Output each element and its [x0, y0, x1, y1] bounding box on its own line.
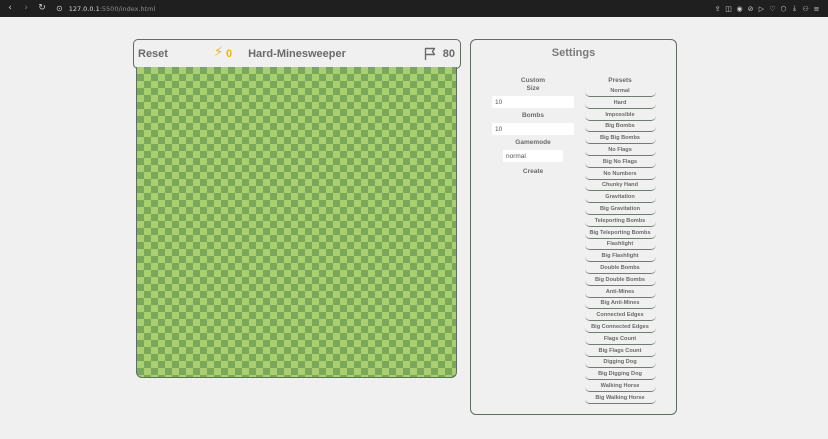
preset-button[interactable]: Flags Count	[584, 334, 656, 345]
screenshot-icon[interactable]: ◫	[723, 5, 734, 13]
custom-label: Custom	[520, 77, 546, 84]
reload-icon[interactable]: ↻	[34, 0, 50, 17]
play-icon[interactable]: ▷	[756, 5, 767, 13]
preset-button[interactable]: Big Anti-Mines	[584, 299, 656, 310]
settings-title: Settings	[551, 47, 596, 59]
presets-list: Presets Normal Hard Impossible Big Bombs Big…	[584, 77, 656, 406]
preset-button[interactable]: Impossible	[584, 110, 656, 121]
presets-label: Presets	[608, 77, 632, 84]
preset-button[interactable]: No Numbers	[584, 169, 656, 180]
puzzle-icon[interactable]: ⬡	[778, 5, 789, 13]
site-info-icon[interactable]: ⊙	[56, 4, 63, 13]
extension-icons: ⇪ ◫ ◉ ⊘ ▷ ♡ ⬡ ⤓ ⚇ ≡	[712, 0, 822, 17]
preset-button[interactable]: Teleporting Bombs	[584, 216, 656, 227]
preset-button[interactable]: Big Flashlight	[584, 252, 656, 263]
back-icon[interactable]: ‹	[2, 0, 18, 17]
preset-button[interactable]: Chunky Hand	[584, 181, 656, 192]
minesweeper-board[interactable]	[136, 67, 457, 378]
size-label: Size	[526, 85, 540, 92]
download-icon[interactable]: ⤓	[789, 4, 800, 13]
preset-button[interactable]: Digging Dog	[584, 358, 656, 369]
preset-button[interactable]: Connected Edges	[584, 311, 656, 322]
preset-button[interactable]: Big Digging Dog	[584, 370, 656, 381]
preset-button[interactable]: Walking Horse	[584, 381, 656, 392]
preset-button[interactable]: Big Flags Count	[584, 346, 656, 357]
heart-icon[interactable]: ♡	[767, 5, 778, 13]
gamemode-input[interactable]	[503, 150, 563, 162]
preset-button[interactable]: Normal	[584, 87, 656, 97]
game-title: Hard-Minesweeper	[248, 48, 346, 60]
extension-icon[interactable]: ⊘	[745, 5, 756, 13]
preset-button[interactable]: Big Big Bombs	[584, 134, 656, 145]
url-path: :5500/index.html	[99, 4, 156, 13]
preset-button[interactable]: No Flags	[584, 145, 656, 156]
address-bar[interactable]: 127.0.0.1:5500/index.html	[69, 5, 156, 13]
game-header: Reset ⚡ 0 Hard-Minesweeper 80	[133, 39, 461, 69]
size-input[interactable]	[492, 96, 574, 108]
menu-icon[interactable]: ≡	[811, 5, 822, 13]
settings-panel: Settings Custom Size Bombs Gamemode Crea…	[470, 39, 677, 415]
bombs-input[interactable]	[492, 123, 574, 135]
browser-toolbar: ‹ › ↻ ⊙ 127.0.0.1:5500/index.html ⇪ ◫ ◉ …	[0, 0, 828, 17]
create-button[interactable]: Create	[523, 168, 543, 175]
gamemode-label: Gamemode	[515, 139, 551, 146]
preset-button[interactable]: Big Walking Horse	[584, 393, 656, 404]
preset-button[interactable]: Flashlight	[584, 240, 656, 251]
forward-icon[interactable]: ›	[18, 0, 34, 17]
preset-button[interactable]: Big Double Bombs	[584, 275, 656, 286]
preset-button[interactable]: Big Connected Edges	[584, 322, 656, 333]
preset-button[interactable]: Gravitation	[584, 193, 656, 204]
preset-button[interactable]: Anti-Mines	[584, 287, 656, 298]
shield-icon[interactable]: ◉	[734, 5, 745, 13]
bombs-label: Bombs	[521, 112, 545, 119]
preset-button[interactable]: Big Gravitation	[584, 204, 656, 215]
preset-button[interactable]: Big Teleporting Bombs	[584, 228, 656, 239]
preset-button[interactable]: Big No Flags	[584, 157, 656, 168]
preset-button[interactable]: Hard	[584, 98, 656, 109]
flag-count: 80	[442, 48, 455, 60]
preset-button[interactable]: Double Bombs	[584, 263, 656, 274]
preset-button[interactable]: Big Bombs	[584, 122, 656, 133]
profile-icon[interactable]: ⚇	[800, 5, 811, 13]
url-host: 127.0.0.1	[68, 4, 100, 13]
flag-icon	[424, 47, 436, 60]
share-icon[interactable]: ⇪	[712, 5, 723, 13]
custom-settings: Custom Size Bombs Gamemode Create	[491, 77, 575, 175]
